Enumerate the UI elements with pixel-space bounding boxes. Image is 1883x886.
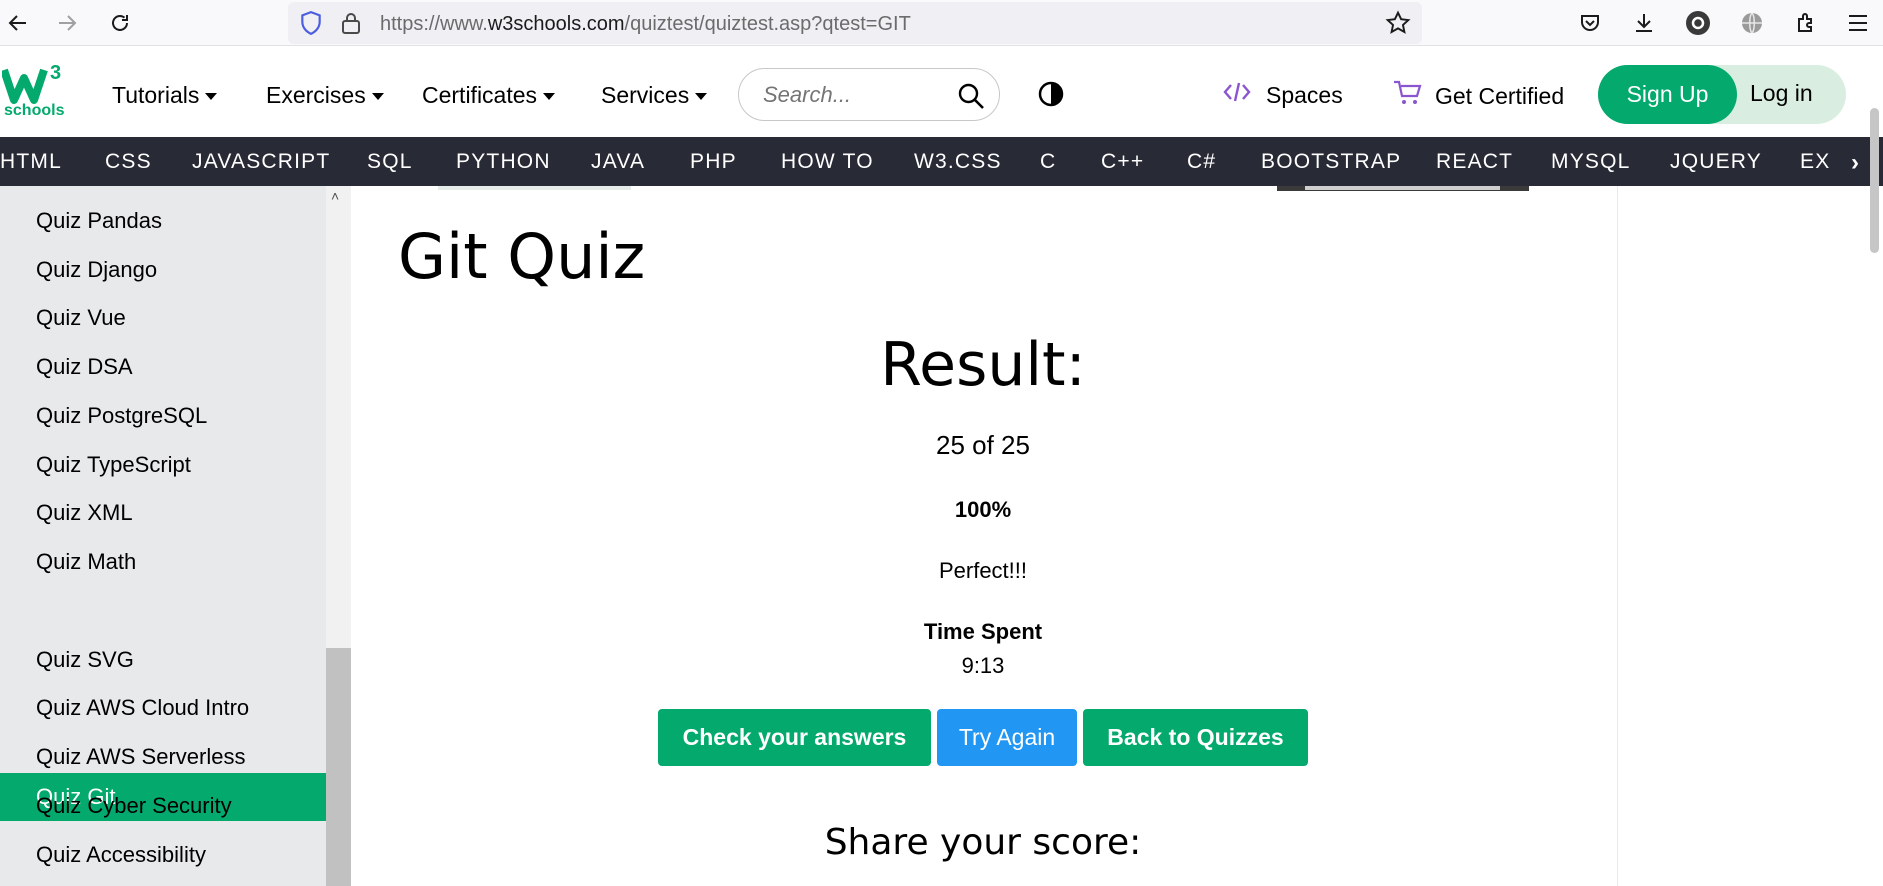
- spaces-link[interactable]: Spaces: [1222, 80, 1343, 110]
- menu-tutorials[interactable]: Tutorials: [112, 82, 218, 109]
- caret-down-icon: [543, 93, 556, 100]
- back-arrow-icon[interactable]: [2, 7, 34, 39]
- result-message: Perfect!!!: [938, 558, 1028, 583]
- sidebar-item-aws-serverless[interactable]: Quiz AWS Serverless: [36, 744, 245, 770]
- check-answers-button[interactable]: Check your answers: [658, 709, 931, 766]
- profile-avatar-icon[interactable]: [1684, 9, 1712, 37]
- sidebar-item-xml[interactable]: Quiz XML: [36, 500, 133, 526]
- menu-services[interactable]: Services: [601, 82, 708, 109]
- topic-jquery[interactable]: JQUERY: [1670, 150, 1762, 174]
- sidebar: Quiz Pandas Quiz Django Quiz Vue Quiz DS…: [0, 186, 326, 886]
- log-in-button[interactable]: Log in: [1750, 80, 1813, 107]
- cart-icon: [1393, 80, 1423, 112]
- get-certified-link[interactable]: Get Certified: [1393, 80, 1564, 112]
- topic-mysql[interactable]: MYSQL: [1551, 150, 1631, 174]
- sidebar-item-postgresql[interactable]: Quiz PostgreSQL: [36, 403, 207, 429]
- share-score-heading: Share your score:: [824, 822, 1142, 863]
- topic-javascript[interactable]: JAVASCRIPT: [192, 150, 330, 174]
- sidebar-item-vue[interactable]: Quiz Vue: [36, 305, 126, 331]
- w3schools-logo[interactable]: 3 schools: [2, 62, 68, 122]
- search-input[interactable]: Search...: [738, 68, 1000, 121]
- ad-banner-edge: [1305, 186, 1500, 190]
- search-icon[interactable]: [957, 82, 985, 115]
- browser-toolbar: https://www.w3schools.com/quiztest/quizt…: [0, 0, 1883, 46]
- auth-group: Sign Up Log in: [1598, 65, 1846, 124]
- logo-text: schools: [4, 102, 65, 119]
- topic-ex[interactable]: EX: [1800, 150, 1830, 174]
- download-icon[interactable]: [1630, 9, 1658, 37]
- result-heading: Result:: [880, 330, 1086, 400]
- try-again-button[interactable]: Try Again: [937, 709, 1077, 766]
- search-placeholder: Search...: [763, 82, 852, 107]
- menu-certificates[interactable]: Certificates: [422, 82, 556, 109]
- time-spent-value: 9:13: [961, 653, 1005, 678]
- sign-up-button[interactable]: Sign Up: [1598, 65, 1737, 124]
- ad-banner-edge: [438, 186, 631, 190]
- menu-exercises[interactable]: Exercises: [266, 82, 384, 109]
- tracking-shield-icon[interactable]: [298, 10, 324, 41]
- topic-html[interactable]: HTML: [0, 150, 62, 174]
- topic-nav-bar: HTML CSS JAVASCRIPT SQL PYTHON JAVA PHP …: [0, 137, 1883, 186]
- topic-python[interactable]: PYTHON: [456, 150, 551, 174]
- sidebar-item-math[interactable]: Quiz Math: [36, 549, 136, 575]
- score-percent: 100%: [954, 497, 1012, 522]
- forward-arrow-icon[interactable]: [51, 7, 83, 39]
- code-brackets-icon: [1222, 80, 1252, 110]
- bookmark-star-icon[interactable]: [1385, 10, 1411, 41]
- topic-bootstrap[interactable]: BOOTSTRAP: [1261, 150, 1401, 174]
- pocket-icon[interactable]: [1576, 9, 1604, 37]
- sidebar-item-typescript[interactable]: Quiz TypeScript: [36, 452, 191, 478]
- page-title: Git Quiz: [398, 220, 646, 293]
- caret-down-icon: [205, 93, 218, 100]
- chevron-right-icon[interactable]: ›: [1851, 149, 1859, 177]
- extensions-puzzle-icon[interactable]: [1792, 9, 1820, 37]
- reload-icon[interactable]: [104, 7, 136, 39]
- sidebar-item-dsa[interactable]: Quiz DSA: [36, 354, 133, 380]
- topic-how-to[interactable]: HOW TO: [781, 150, 874, 174]
- topic-c[interactable]: C: [1040, 150, 1056, 174]
- sidebar-item-cyber-security[interactable]: Quiz Cyber Security: [36, 793, 232, 819]
- topic-csharp[interactable]: C#: [1187, 150, 1216, 174]
- globe-extension-icon[interactable]: [1738, 9, 1766, 37]
- sidebar-scroll-thumb[interactable]: [326, 648, 351, 886]
- topic-java[interactable]: JAVA: [591, 150, 645, 174]
- topic-css[interactable]: CSS: [105, 150, 152, 174]
- topic-php[interactable]: PHP: [690, 150, 737, 174]
- logo-superscript: 3: [50, 62, 62, 84]
- score-text: 25 of 25: [936, 430, 1030, 460]
- sidebar-item-django[interactable]: Quiz Django: [36, 257, 157, 283]
- topic-sql[interactable]: SQL: [367, 150, 413, 174]
- hamburger-menu-icon[interactable]: [1844, 9, 1872, 37]
- sidebar-item-aws-cloud-intro[interactable]: Quiz AWS Cloud Intro: [36, 695, 249, 721]
- page-scroll-thumb[interactable]: [1870, 108, 1879, 253]
- time-spent-label: Time Spent: [923, 619, 1043, 644]
- sidebar-item-accessibility[interactable]: Quiz Accessibility: [36, 842, 206, 868]
- topic-w3css[interactable]: W3.CSS: [914, 150, 1002, 174]
- lock-icon[interactable]: [340, 11, 362, 40]
- url-text: https://www.w3schools.com/quiztest/quizt…: [380, 13, 911, 35]
- back-to-quizzes-button[interactable]: Back to Quizzes: [1083, 709, 1308, 766]
- caret-down-icon: [371, 93, 384, 100]
- topic-react[interactable]: REACT: [1436, 150, 1513, 174]
- caret-down-icon: [695, 93, 708, 100]
- sidebar-item-pandas[interactable]: Quiz Pandas: [36, 208, 162, 234]
- sidebar-item-svg[interactable]: Quiz SVG: [36, 647, 134, 673]
- scroll-up-arrow-icon[interactable]: ˄: [331, 188, 339, 204]
- address-bar[interactable]: https://www.w3schools.com/quiztest/quizt…: [288, 2, 1422, 44]
- right-column-divider: [1617, 186, 1618, 886]
- theme-contrast-icon[interactable]: [1038, 81, 1064, 112]
- topic-cpp[interactable]: C++: [1101, 150, 1144, 174]
